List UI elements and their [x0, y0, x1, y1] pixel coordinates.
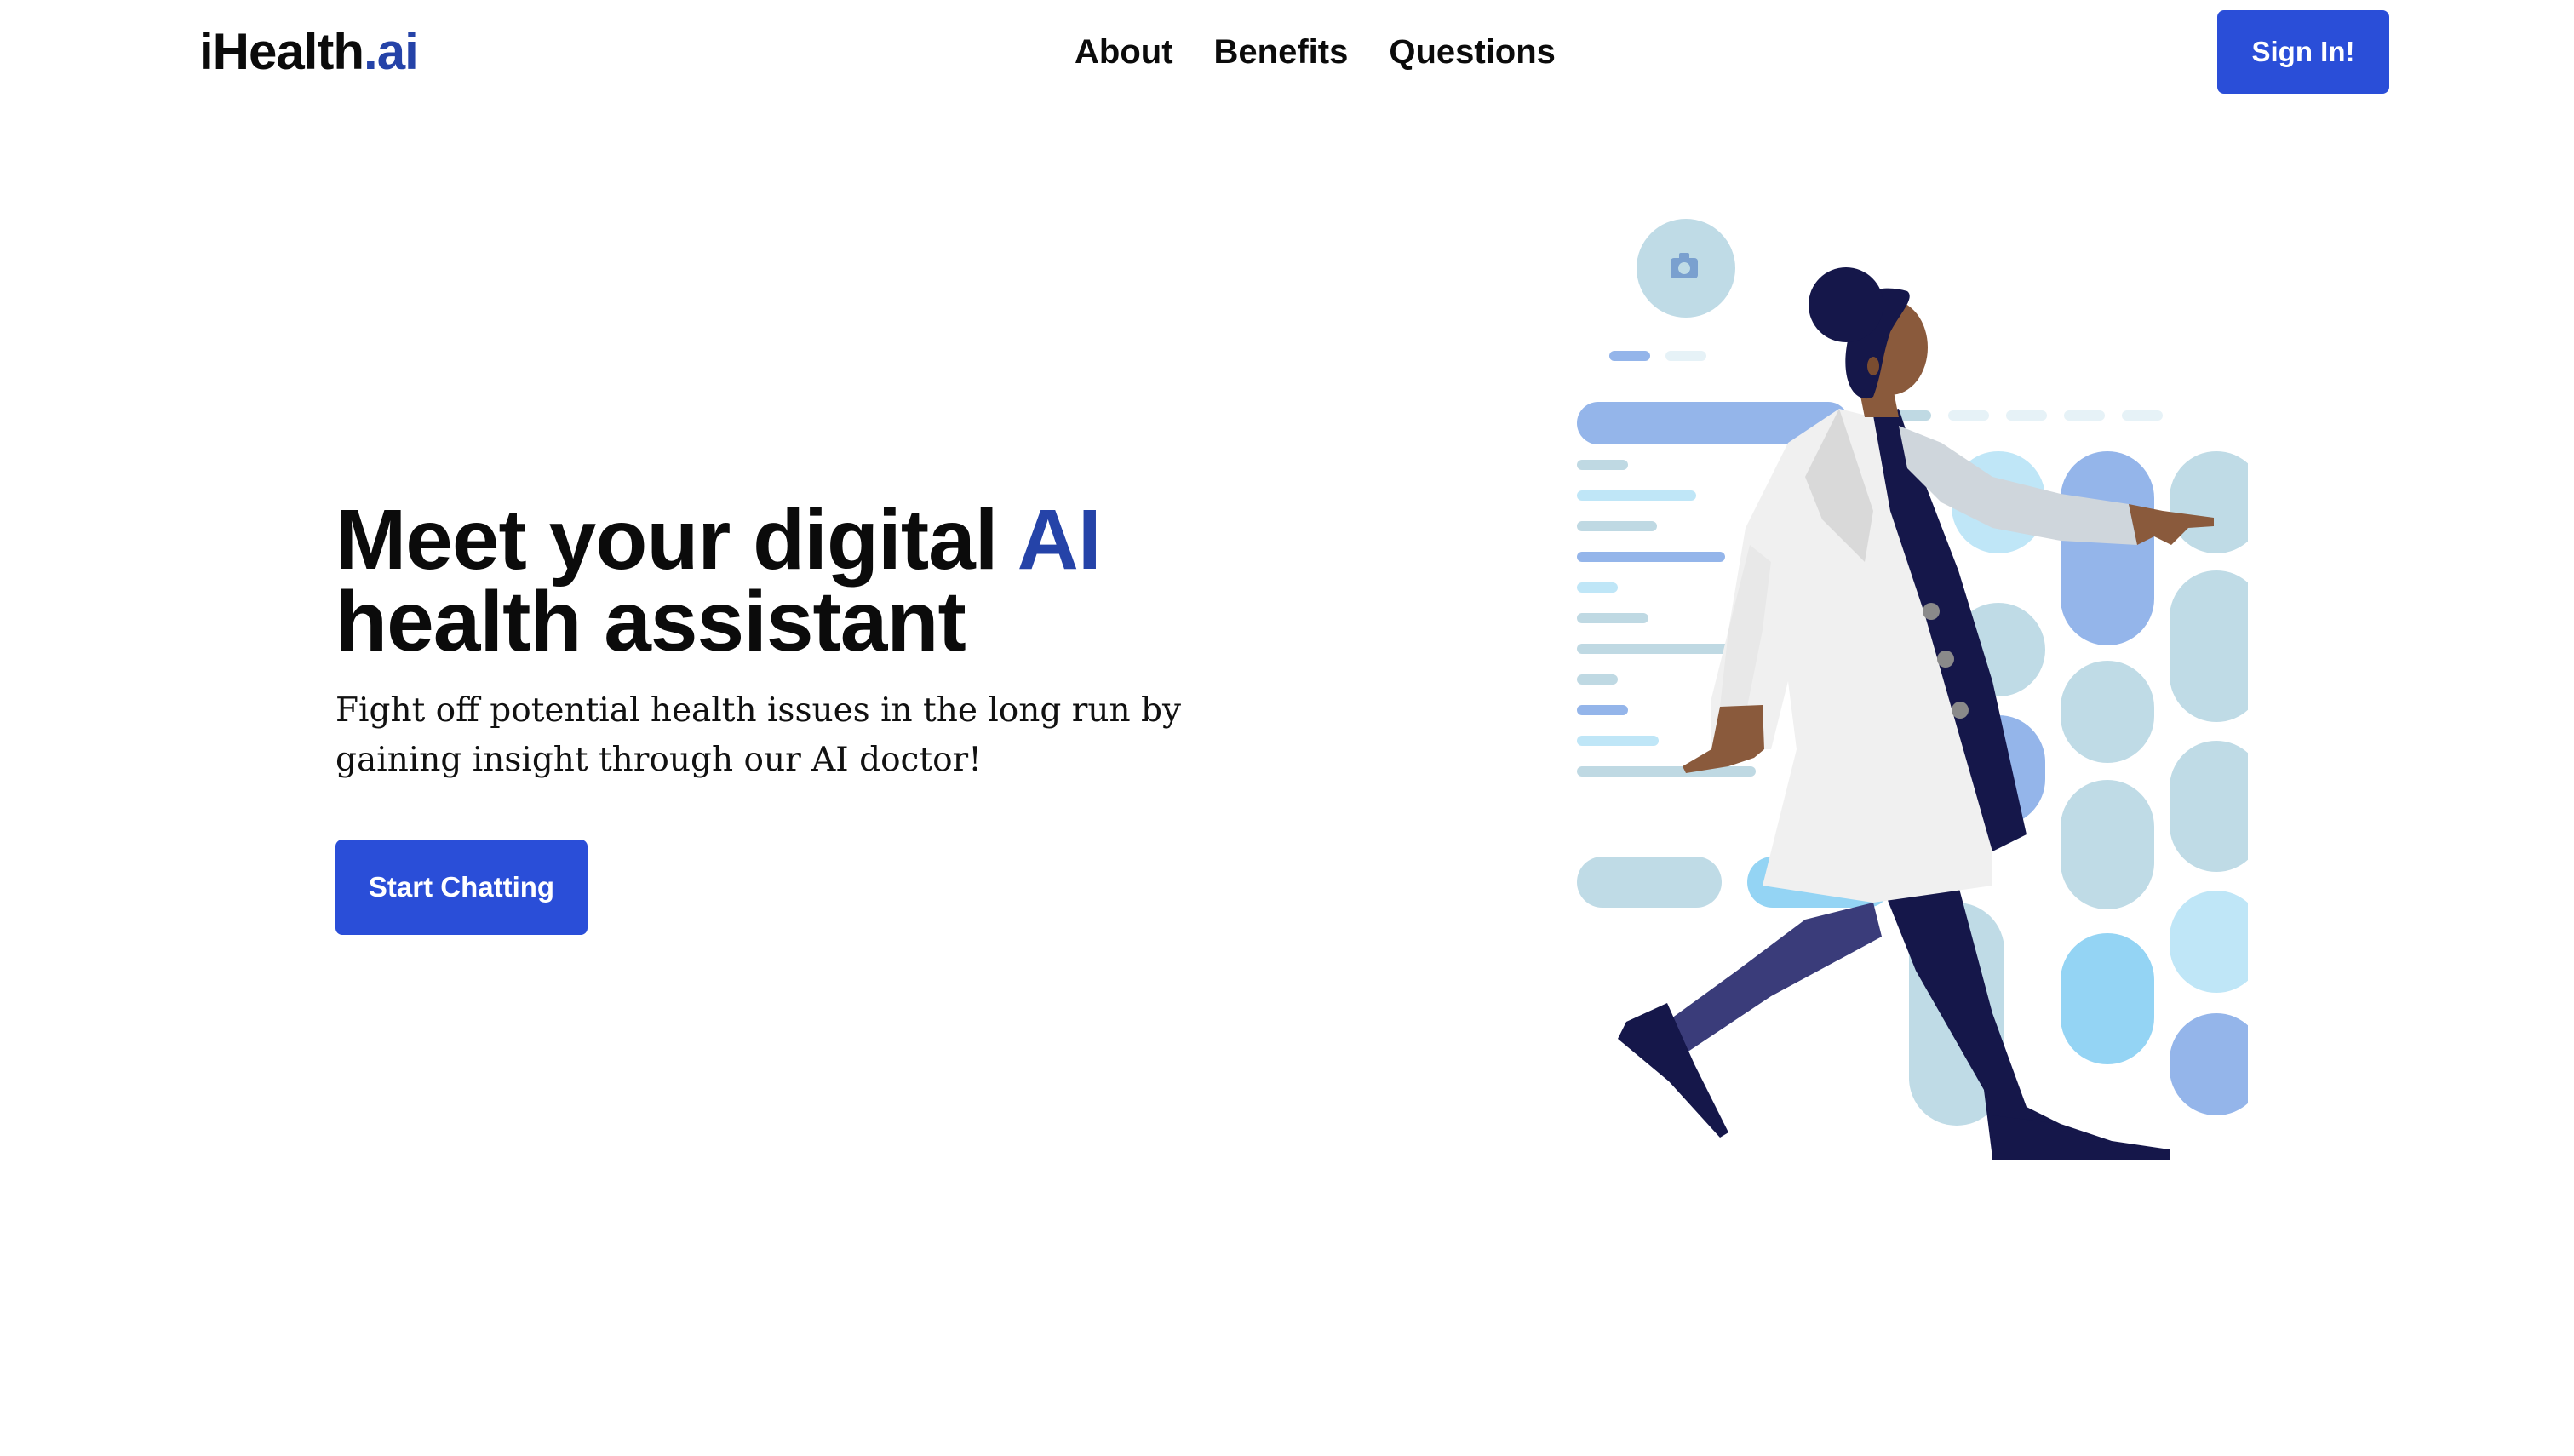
- landing-page: iHealth.ai About Benefits Questions Sign…: [0, 0, 2574, 1456]
- nav-link-benefits[interactable]: Benefits: [1214, 29, 1349, 75]
- brand-name: iHealth: [199, 23, 364, 80]
- doctor-illustration-icon: [1577, 219, 2248, 1160]
- camera-icon: [1637, 219, 1735, 318]
- start-chatting-button[interactable]: Start Chatting: [335, 840, 588, 935]
- nav-link-questions[interactable]: Questions: [1389, 29, 1556, 75]
- nav-link-about[interactable]: About: [1075, 29, 1173, 75]
- brand-suffix: .ai: [364, 23, 419, 80]
- hero-title: Meet your digital AI health assistant: [335, 497, 1102, 664]
- hero-title-accent: AI: [1017, 492, 1102, 588]
- sign-in-button[interactable]: Sign In!: [2217, 10, 2389, 94]
- hero-subtitle: Fight off potential health issues in the…: [335, 691, 1182, 779]
- brand-logo[interactable]: iHealth.ai: [199, 22, 419, 82]
- main-nav: About Benefits Questions: [1075, 29, 1556, 75]
- hero-title-part2: health assistant: [335, 574, 966, 669]
